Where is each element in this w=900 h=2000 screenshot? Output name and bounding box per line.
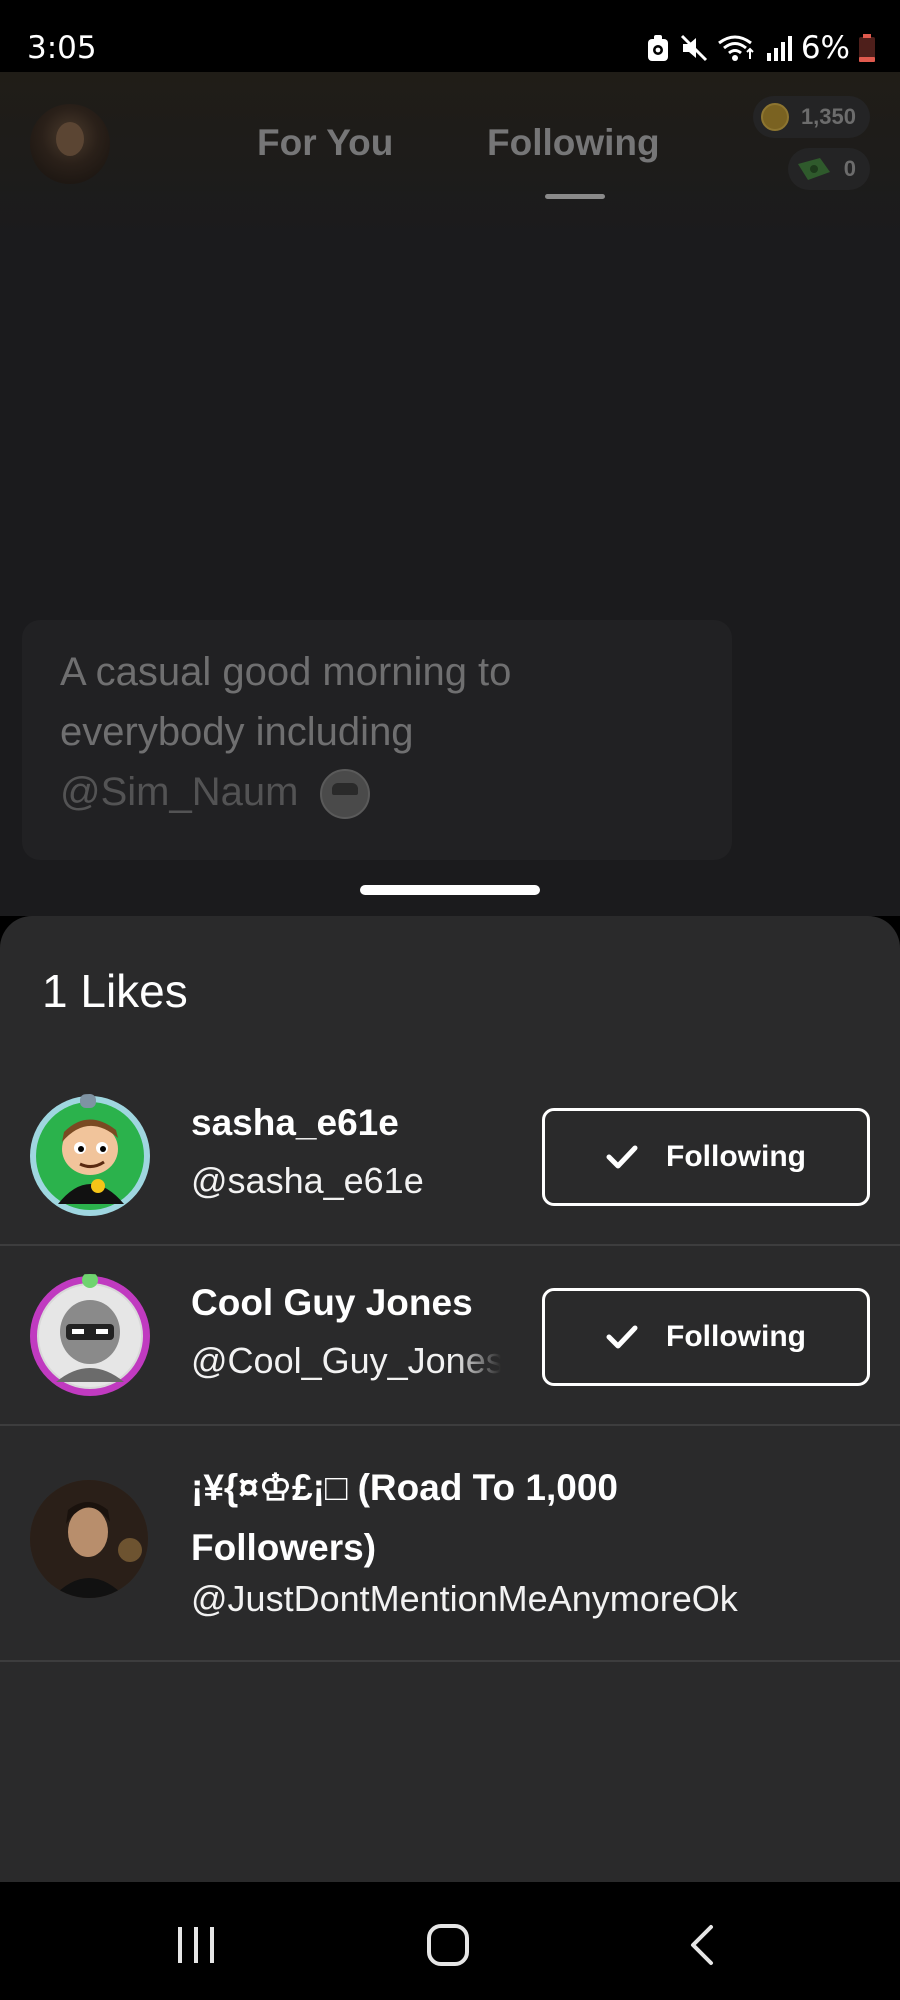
status-time: 3:05: [27, 30, 97, 66]
following-button-label: Following: [666, 1140, 806, 1173]
tab-following[interactable]: Following: [487, 122, 660, 164]
coins-balance[interactable]: 1,350: [752, 96, 870, 138]
user-display-name[interactable]: ¡¥{¤♔£¡□ (Road To 1,000 Followers): [191, 1458, 751, 1578]
status-bar: 3:05 6%: [0, 0, 900, 72]
coins-count: 1,350: [800, 104, 856, 129]
system-nav-bar: [0, 1882, 900, 2000]
following-button[interactable]: Following: [542, 1108, 870, 1206]
post-caption: A casual good morning to everybody inclu…: [60, 642, 700, 822]
avatar[interactable]: [30, 1480, 148, 1598]
home-button[interactable]: [418, 1920, 478, 1970]
caption-line-2: everybody including: [60, 710, 414, 754]
following-button-label: Following: [666, 1320, 806, 1353]
avatar[interactable]: [28, 1274, 152, 1398]
active-tab-indicator: [545, 194, 605, 199]
feed-background: For You Following 1,350 0 A casual good …: [0, 72, 900, 916]
recents-icon: [178, 1927, 214, 1963]
cash-icon: [797, 158, 830, 180]
caption-line-3: @Sim_Naum: [60, 762, 700, 822]
profile-avatar[interactable]: [30, 104, 110, 184]
list-item[interactable]: Cool Guy Jones @Cool_Guy_Jones Following: [0, 1246, 900, 1426]
cash-balance[interactable]: 0: [787, 148, 870, 190]
recents-button[interactable]: [166, 1920, 226, 1970]
likes-sheet: 1 Likes sasha_e61e @sasha_e61e Following…: [0, 916, 900, 1882]
mute-icon: [680, 34, 707, 62]
user-handle[interactable]: @Cool_Guy_Jones: [191, 1340, 501, 1382]
battery-percent: 6%: [800, 30, 850, 66]
signal-icon: [766, 36, 792, 61]
tab-for-you[interactable]: For You: [257, 122, 393, 164]
wifi-icon: [717, 35, 754, 61]
list-item[interactable]: ¡¥{¤♔£¡□ (Road To 1,000 Followers) @Just…: [0, 1426, 900, 1662]
status-icons: 6%: [645, 30, 876, 66]
home-icon: [427, 1924, 469, 1966]
coin-icon: [760, 103, 789, 131]
user-handle[interactable]: @sasha_e61e: [191, 1160, 424, 1202]
list-item[interactable]: sasha_e61e @sasha_e61e Following: [0, 1066, 900, 1246]
avatar[interactable]: [28, 1094, 152, 1218]
mention-link[interactable]: @Sim_Naum: [60, 770, 298, 814]
checkmark-icon: [606, 1145, 638, 1169]
cash-count: 0: [843, 156, 856, 181]
user-handle[interactable]: @JustDontMentionMeAnymoreOk: [191, 1578, 738, 1620]
following-button[interactable]: Following: [542, 1288, 870, 1386]
checkmark-icon: [606, 1325, 638, 1349]
mention-avatar: [319, 769, 370, 820]
battery-icon: [859, 34, 875, 62]
user-display-name[interactable]: sasha_e61e: [191, 1102, 399, 1144]
caption-line-1: A casual good morning to: [60, 650, 512, 694]
user-display-name[interactable]: Cool Guy Jones: [191, 1282, 473, 1324]
back-icon: [691, 1925, 713, 1965]
screen-record-icon: [647, 35, 668, 61]
back-button[interactable]: [672, 1920, 732, 1970]
likes-title: 1 Likes: [42, 965, 188, 1017]
sheet-drag-handle[interactable]: [360, 885, 540, 895]
